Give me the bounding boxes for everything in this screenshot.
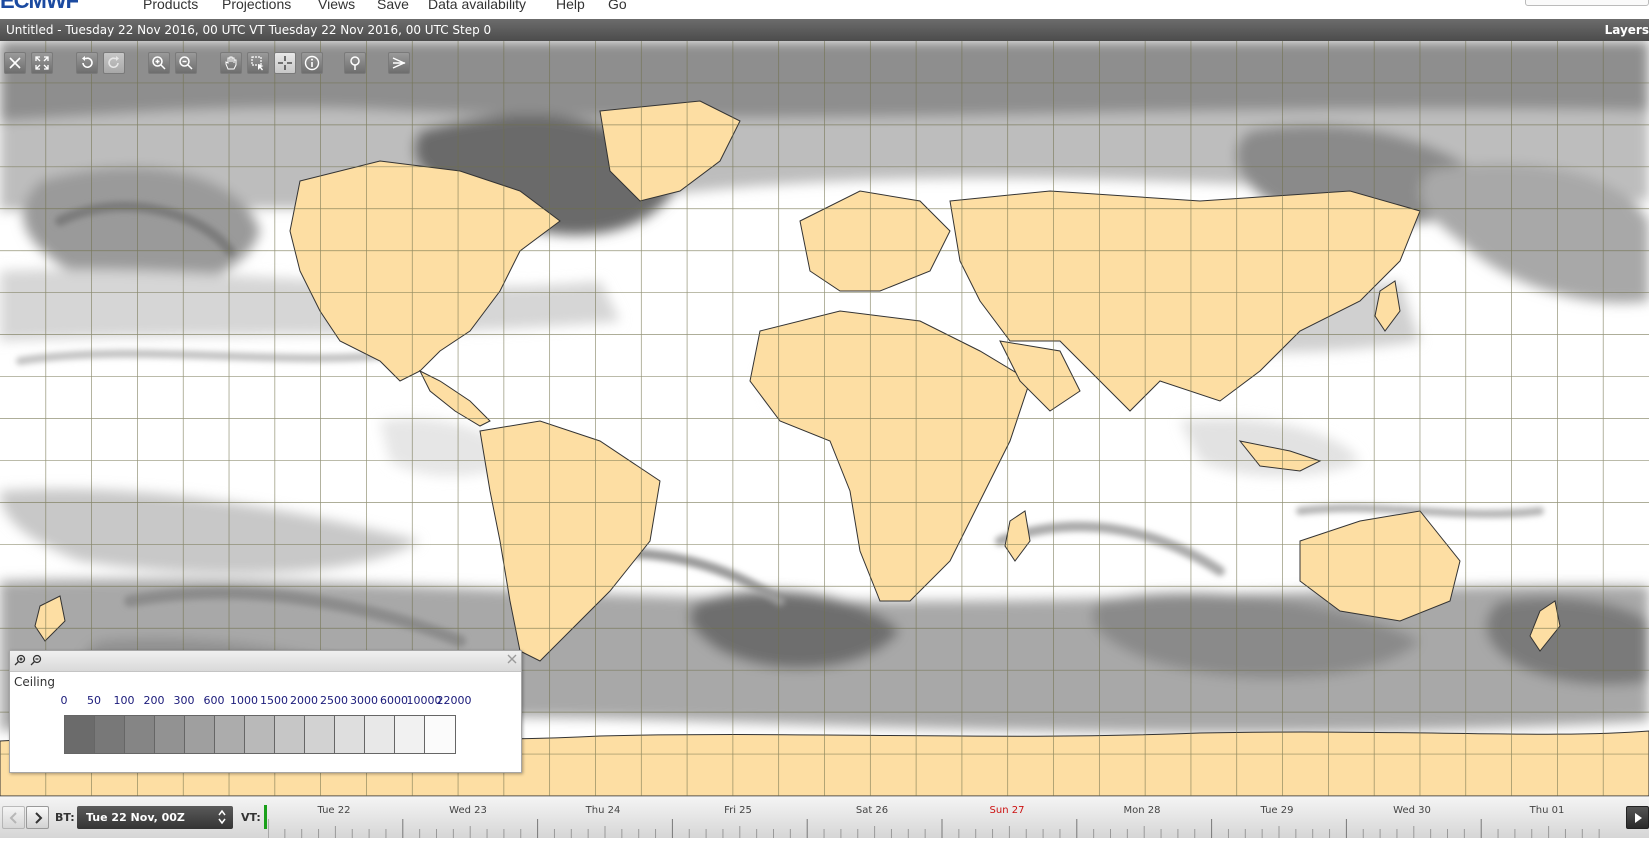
legend-tick-label: 200 xyxy=(143,694,165,707)
redo-button[interactable] xyxy=(103,52,125,74)
day-label-mon-28[interactable]: Mon 28 xyxy=(1124,805,1161,816)
undo-button[interactable] xyxy=(76,52,98,74)
menu-go[interactable]: Go xyxy=(608,0,627,12)
legend-tick-label: 22000 xyxy=(436,694,472,707)
vt-label: VT: xyxy=(241,811,261,824)
crosshair-button[interactable] xyxy=(274,52,296,74)
day-label-thu-01[interactable]: Thu 01 xyxy=(1530,805,1565,816)
legend-swatch xyxy=(395,716,425,753)
legend-tick-label: 3000 xyxy=(350,694,378,707)
fullscreen-icon xyxy=(35,56,49,70)
fullscreen-button[interactable] xyxy=(31,52,53,74)
point-probe-icon xyxy=(350,56,360,70)
day-label-fri-25[interactable]: Fri 25 xyxy=(724,805,752,816)
menu-products[interactable]: Products xyxy=(143,0,198,12)
legend-tick-label: 100 xyxy=(113,694,135,707)
point-probe-button[interactable] xyxy=(344,52,366,74)
legend-swatch xyxy=(215,716,245,753)
legend-tick-label: 600 xyxy=(203,694,225,707)
chevron-right-icon xyxy=(34,811,42,824)
info-button[interactable] xyxy=(301,52,323,74)
zoom-in-icon xyxy=(152,56,166,70)
legend-title: Ceiling xyxy=(14,675,55,689)
zoom-box-icon xyxy=(251,56,264,71)
time-ruler[interactable]: Tue 22 Wed 23 Thu 24 Fri 25 Sat 26 Sun 2… xyxy=(267,797,1620,838)
legend-swatch xyxy=(155,716,185,753)
legend-swatch xyxy=(305,716,335,753)
legend-swatch xyxy=(245,716,275,753)
menu-data-availability[interactable]: Data availability xyxy=(428,0,526,12)
zoom-box-button[interactable] xyxy=(247,52,269,74)
legend-tick-label: 2500 xyxy=(320,694,348,707)
timeline-bar: BT: Tue 22 Nov, 00Z VT: Tue 22 Wed 23 Th… xyxy=(0,796,1649,838)
day-label-tue-29[interactable]: Tue 29 xyxy=(1261,805,1294,816)
valid-time-marker[interactable] xyxy=(264,805,267,829)
legend-swatch xyxy=(275,716,305,753)
legend-swatch xyxy=(335,716,365,753)
magnifier-plus-icon xyxy=(14,654,26,666)
legend-swatch xyxy=(365,716,395,753)
close-map-button[interactable] xyxy=(4,52,26,74)
pan-button[interactable] xyxy=(220,52,242,74)
legend-tick-label: 2000 xyxy=(290,694,318,707)
up-down-arrows-icon xyxy=(218,809,226,825)
play-button[interactable] xyxy=(1626,806,1649,829)
base-time-select[interactable]: Tue 22 Nov, 00Z xyxy=(77,806,233,829)
cross-section-button[interactable] xyxy=(388,52,410,74)
previous-step-button[interactable] xyxy=(2,806,25,829)
play-icon xyxy=(1634,812,1642,823)
menu-projections[interactable]: Projections xyxy=(222,0,291,12)
day-label-tue-22[interactable]: Tue 22 xyxy=(318,805,351,816)
legend-tick-label: 1000 xyxy=(230,694,258,707)
legend-close-button[interactable] xyxy=(507,652,517,668)
legend-tick-label: 300 xyxy=(173,694,195,707)
legend-swatch xyxy=(185,716,215,753)
day-label-sun-27[interactable]: Sun 27 xyxy=(990,805,1025,816)
undo-icon xyxy=(82,56,93,69)
close-icon xyxy=(9,57,21,69)
legend-tick-label: 6000 xyxy=(380,694,408,707)
magnifier-minus-icon xyxy=(30,654,42,666)
base-time-value: Tue 22 Nov, 00Z xyxy=(86,811,185,824)
legend-panel[interactable]: Ceiling 0 50 100 200 300 600 1000 1500 2000 2500 3… xyxy=(9,650,522,773)
crosshair-icon xyxy=(278,56,292,70)
menu-help[interactable]: Help xyxy=(556,0,585,12)
legend-tick-label: 0 xyxy=(60,694,68,707)
legend-header[interactable] xyxy=(10,651,521,672)
legend-swatch xyxy=(65,716,95,753)
legend-colorbar xyxy=(64,715,456,754)
map-title-bar: Untitled - Tuesday 22 Nov 2016, 00 UTC V… xyxy=(0,19,1649,41)
bt-label: BT: xyxy=(55,811,75,824)
legend-zoom-out-button[interactable] xyxy=(29,653,43,667)
legend-swatch xyxy=(95,716,125,753)
zoom-in-button[interactable] xyxy=(148,52,170,74)
map-title: Untitled - Tuesday 22 Nov 2016, 00 UTC V… xyxy=(6,23,492,37)
day-label-wed-23[interactable]: Wed 23 xyxy=(449,805,487,816)
time-ruler-ticks xyxy=(267,819,1600,838)
day-label-wed-30[interactable]: Wed 30 xyxy=(1393,805,1431,816)
redo-icon xyxy=(108,56,119,69)
legend-zoom-in-button[interactable] xyxy=(13,653,27,667)
zoom-out-button[interactable] xyxy=(175,52,197,74)
legend-swatch xyxy=(425,716,455,753)
menu-bar: ECMWF Products Projections Views Save Da… xyxy=(0,0,1649,19)
legend-swatch xyxy=(125,716,155,753)
chevron-left-icon xyxy=(9,811,17,824)
layers-button[interactable]: Layers xyxy=(1605,19,1649,41)
day-label-sat-26[interactable]: Sat 26 xyxy=(856,805,888,816)
pan-hand-icon xyxy=(225,56,237,70)
search-input[interactable] xyxy=(1525,0,1649,6)
cross-section-icon xyxy=(392,57,406,69)
close-icon xyxy=(507,654,517,664)
next-step-button[interactable] xyxy=(26,806,49,829)
zoom-out-icon xyxy=(179,56,193,70)
menu-views[interactable]: Views xyxy=(318,0,355,12)
day-label-thu-24[interactable]: Thu 24 xyxy=(586,805,621,816)
legend-tick-label: 50 xyxy=(87,694,101,707)
ecmwf-logo: ECMWF xyxy=(0,0,79,13)
menu-save[interactable]: Save xyxy=(377,0,409,12)
info-icon xyxy=(304,55,320,71)
legend-tick-label: 1500 xyxy=(260,694,288,707)
